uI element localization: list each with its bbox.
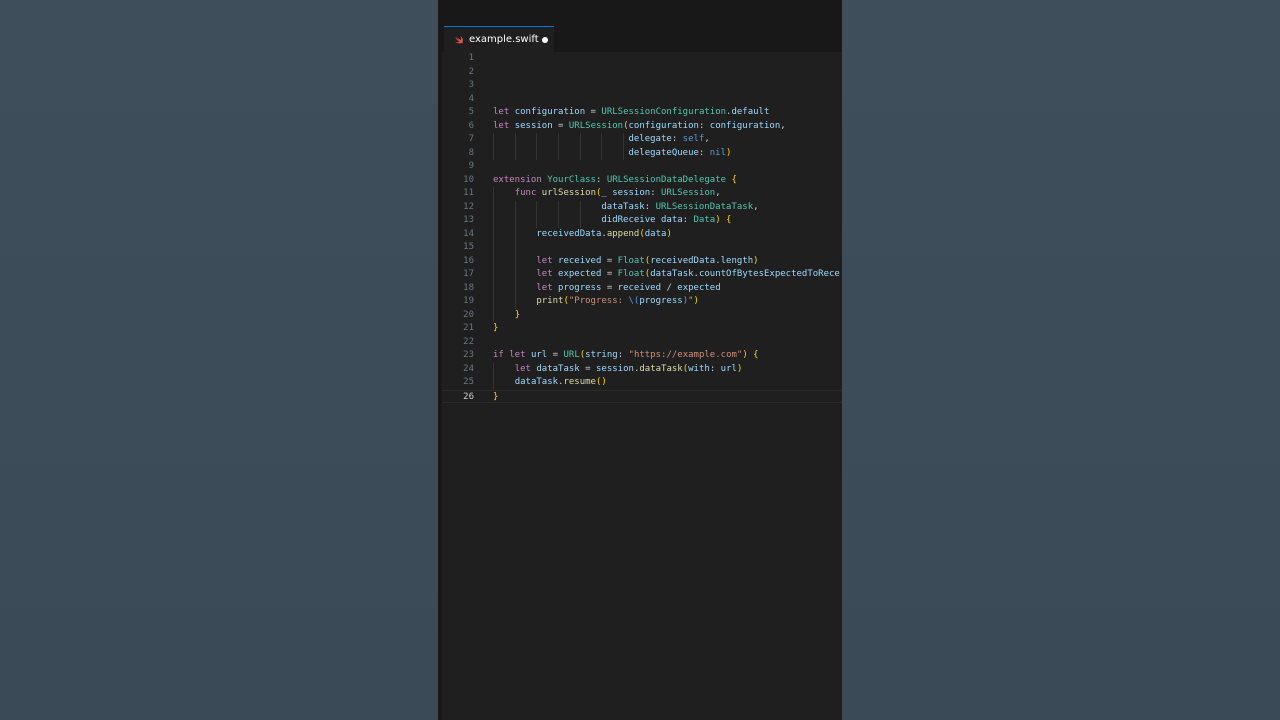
indent-guide xyxy=(623,133,625,160)
line-number: 22 xyxy=(463,336,474,347)
code-text: let session = URLSession(configuration: … xyxy=(493,120,786,131)
code-line[interactable]: 5 let configuration = URLSessionConfigura… xyxy=(442,106,842,120)
code-line[interactable]: 2 xyxy=(442,66,842,80)
line-number: 13 xyxy=(463,215,474,225)
indent-guide xyxy=(579,200,581,228)
code-text: if let url = URL(string: "https://exampl… xyxy=(493,350,759,360)
line-number: 11 xyxy=(463,188,474,198)
indent-guide xyxy=(558,200,560,228)
line-number: 26 xyxy=(463,391,474,402)
code-line[interactable]: 8 delegateQueue: nil) xyxy=(442,147,842,161)
line-number: 18 xyxy=(463,282,474,293)
line-number: 10 xyxy=(463,174,474,185)
code-text: let expected = Float(dataTask.countOfByt… xyxy=(536,269,842,279)
code-text: } xyxy=(514,309,521,320)
code-line[interactable]: 10 extension YourClass: URLSessionDataDel… xyxy=(442,174,842,188)
code-line[interactable]: 11 func urlSession(_ session: URLSession… xyxy=(442,187,842,201)
line-number: 20 xyxy=(463,309,474,320)
line-number: 4 xyxy=(468,93,474,104)
code-text: receivedData.append(data) xyxy=(536,228,672,239)
tab-example-swift[interactable]: example.swift xyxy=(444,26,554,52)
indent-guide xyxy=(558,133,560,160)
code-line[interactable]: 22 xyxy=(442,336,842,350)
indent-guide xyxy=(514,227,516,309)
code-text: dataTask.resume() xyxy=(514,377,607,387)
indent-guide xyxy=(493,187,494,322)
unsaved-dot-icon[interactable] xyxy=(542,37,548,43)
code-line[interactable]: 9 xyxy=(442,160,842,174)
editor-window: example.swift 1 2 3 4 5 let configuration = U… xyxy=(438,0,842,720)
code-text: let configuration = URLSessionConfigurat… xyxy=(493,107,770,117)
code-line[interactable]: 25 dataTask.resume() xyxy=(442,376,842,390)
code-line[interactable]: 4 xyxy=(442,93,842,107)
line-number: 14 xyxy=(463,228,474,239)
code-text: let dataTask = session.dataTask(with: ur… xyxy=(514,363,743,374)
line-number: 21 xyxy=(463,323,474,333)
background-right xyxy=(842,0,1280,720)
swift-icon xyxy=(455,35,463,44)
code-line[interactable]: 23 if let url = URL(string: "https://exam… xyxy=(442,349,842,363)
title-bar xyxy=(442,0,842,26)
code-text: } xyxy=(493,323,499,333)
line-number: 1 xyxy=(468,53,474,63)
code-text: let progress = received / expected xyxy=(536,282,721,293)
indent-guide xyxy=(493,133,494,160)
line-number: 5 xyxy=(468,107,474,117)
code-line[interactable]: 14 receivedData.append(data) xyxy=(442,228,842,242)
line-number: 6 xyxy=(468,120,474,131)
indent-guide xyxy=(536,200,538,228)
line-number: 17 xyxy=(463,269,474,279)
code-line[interactable]: 26} xyxy=(442,389,842,403)
line-number: 24 xyxy=(463,363,474,374)
line-number: 19 xyxy=(463,296,474,306)
indent-guide xyxy=(514,200,516,228)
code-text: didReceive data: Data) { xyxy=(601,215,732,225)
line-number: 16 xyxy=(463,255,474,266)
indent-guide xyxy=(579,133,581,160)
tab-bar: example.swift xyxy=(442,26,842,53)
code-line[interactable]: 1 xyxy=(442,52,842,66)
code-line[interactable]: 19 print("Progress: \(progress)") xyxy=(442,295,842,309)
code-line[interactable]: 15 xyxy=(442,241,842,255)
code-line[interactable]: 3 xyxy=(442,79,842,93)
code-line[interactable]: 6 let session = URLSession(configuration:… xyxy=(442,120,842,134)
code-text: } xyxy=(493,391,499,402)
code-line[interactable]: 7 delegate: self, xyxy=(442,133,842,147)
code-text: extension YourClass: URLSessionDataDeleg… xyxy=(493,174,737,185)
indent-guide xyxy=(601,133,603,160)
tab-label: example.swift xyxy=(469,34,539,45)
indent-guide xyxy=(536,133,538,160)
line-number: 23 xyxy=(463,350,474,360)
line-number: 2 xyxy=(468,66,474,77)
code-text: func urlSession(_ session: URLSession, xyxy=(514,188,721,198)
line-number: 12 xyxy=(463,201,474,212)
line-number: 15 xyxy=(463,242,474,252)
code-line[interactable]: 16 let received = Float(receivedData.len… xyxy=(442,255,842,269)
code-line[interactable]: 17 let expected = Float(dataTask.countOf… xyxy=(442,268,842,282)
line-number: 3 xyxy=(468,80,474,90)
indent-guide xyxy=(493,362,494,390)
code-line[interactable]: 20 } xyxy=(442,309,842,323)
code-line[interactable]: 18 let progress = received / expected xyxy=(442,282,842,296)
code-text: dataTask: URLSessionDataTask, xyxy=(601,201,759,212)
code-line[interactable]: 21} xyxy=(442,322,842,336)
code-text: print("Progress: \(progress)") xyxy=(536,296,699,306)
line-number: 25 xyxy=(463,377,474,387)
code-text: delegateQueue: nil) xyxy=(628,147,732,158)
line-number: 9 xyxy=(468,161,474,171)
code-text: let received = Float(receivedData.length… xyxy=(536,255,759,266)
line-number: 7 xyxy=(468,134,474,144)
background-left xyxy=(0,0,438,720)
code-line[interactable]: 13 didReceive data: Data) { xyxy=(442,214,842,228)
code-line[interactable]: 12 dataTask: URLSessionDataTask, xyxy=(442,201,842,215)
line-number: 8 xyxy=(468,147,474,158)
code-line[interactable]: 24 let dataTask = session.dataTask(with:… xyxy=(442,363,842,377)
indent-guide xyxy=(514,133,516,160)
code-editor[interactable]: 1 2 3 4 5 let configuration = URLSessionConfi… xyxy=(442,52,842,720)
